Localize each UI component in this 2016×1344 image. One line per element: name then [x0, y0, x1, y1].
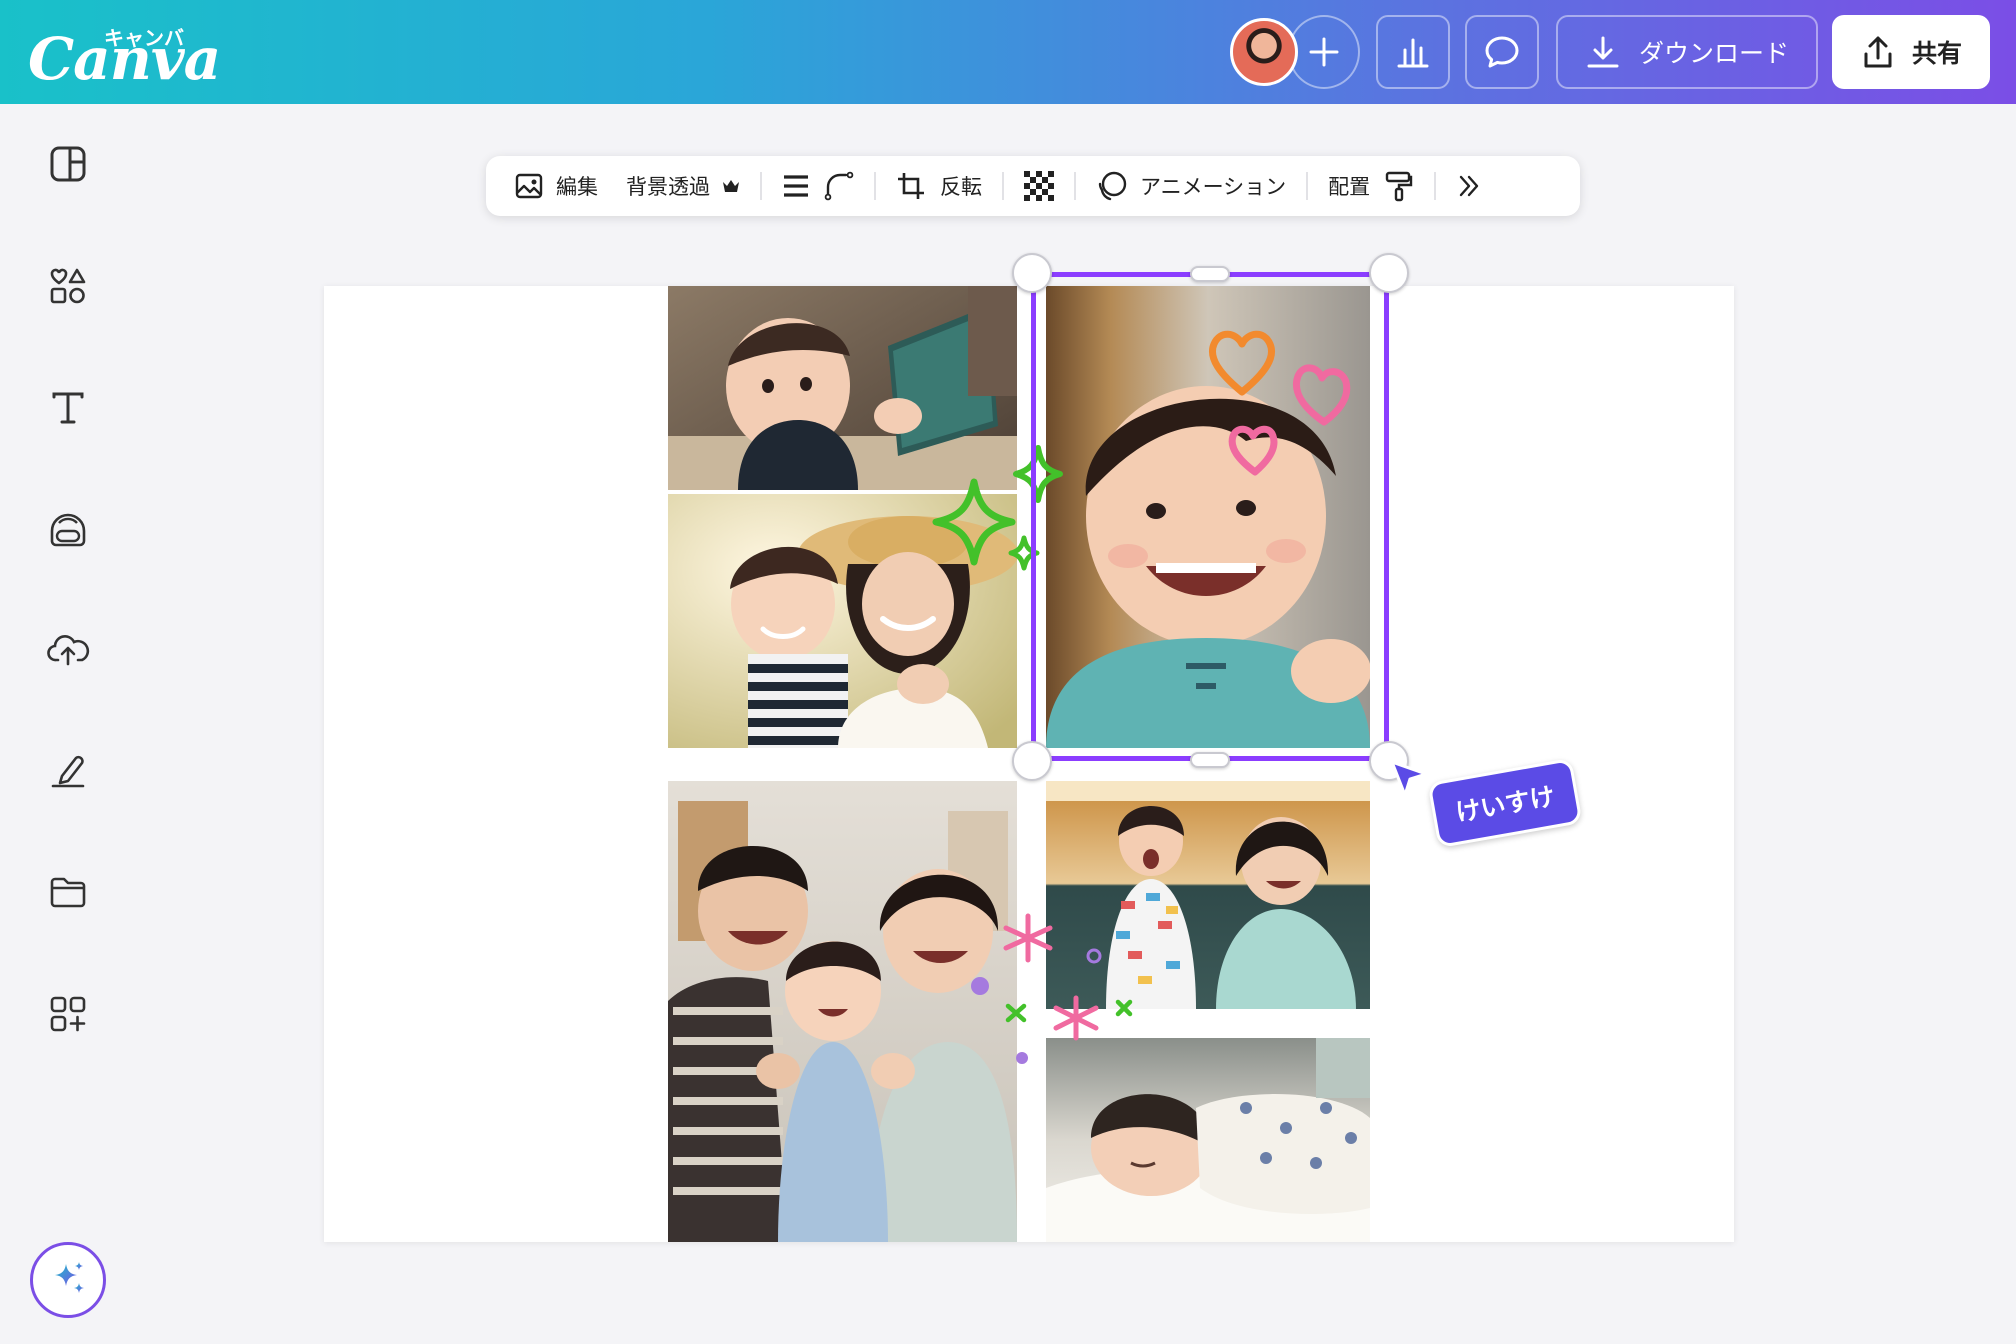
- magic-assistant-button[interactable]: [30, 1242, 106, 1318]
- edit-image-button[interactable]: 編集: [500, 156, 612, 216]
- user-avatar[interactable]: [1230, 18, 1298, 86]
- logo-kana: キャンバ: [104, 26, 184, 50]
- photo-family[interactable]: [668, 781, 1017, 1242]
- toolbar-divider: [1434, 172, 1437, 200]
- layout-icon: [50, 146, 86, 182]
- crop-icon: [898, 173, 924, 199]
- transparency-checker-icon: [1024, 171, 1054, 201]
- transparency-button[interactable]: [1010, 156, 1068, 216]
- crop-button[interactable]: [882, 156, 940, 216]
- sidebar-item-draw[interactable]: [44, 746, 92, 794]
- photo-family-image: [668, 781, 1017, 1242]
- apps-icon: [50, 996, 86, 1032]
- upload-cloud-icon: [47, 635, 90, 666]
- add-collaborator-button[interactable]: [1288, 15, 1360, 89]
- comment-button[interactable]: [1465, 15, 1539, 89]
- crown-pro-icon: [723, 180, 739, 192]
- sidebar-item-layout[interactable]: [44, 140, 92, 188]
- green-sparkle-sticker[interactable]: [926, 440, 1072, 590]
- plus-icon: [1309, 37, 1339, 67]
- sidebar-item-elements[interactable]: [44, 262, 92, 310]
- collaborator-cursor-icon: [1390, 760, 1428, 797]
- sidebar-item-uploads[interactable]: [44, 624, 92, 672]
- toolbar-divider: [1074, 172, 1076, 200]
- bg-remove-button[interactable]: 背景透過: [612, 156, 754, 216]
- share-label: 共有: [1911, 39, 1962, 68]
- lines-icon: [784, 175, 808, 197]
- flip-button[interactable]: 反転: [940, 156, 996, 216]
- animation-label: アニメーション: [1140, 175, 1287, 199]
- draw-pen-icon: [51, 755, 85, 788]
- left-sidebar: [0, 104, 136, 1344]
- share-upload-icon: [1864, 36, 1892, 68]
- bg-remove-label: 背景透過: [626, 175, 710, 199]
- magic-sparkle-icon: [55, 1262, 84, 1293]
- text-icon: [52, 392, 84, 424]
- download-label: ダウンロード: [1638, 39, 1789, 68]
- paint-roller-icon: [1385, 171, 1413, 202]
- flip-label: 反転: [940, 175, 982, 199]
- corner-round-icon: [824, 171, 854, 201]
- animation-button[interactable]: アニメーション: [1082, 156, 1300, 216]
- download-icon: [1587, 36, 1619, 68]
- chevrons-right-icon: [1459, 175, 1479, 197]
- hearts-sticker[interactable]: [1200, 322, 1360, 482]
- resize-handle-top-left[interactable]: [1012, 253, 1052, 293]
- sidebar-item-apps[interactable]: [44, 990, 92, 1038]
- insights-button[interactable]: [1376, 15, 1450, 89]
- canva-logo[interactable]: キャンバ Canva: [28, 18, 221, 90]
- toolbar-divider: [760, 172, 762, 200]
- share-button[interactable]: 共有: [1832, 15, 1990, 89]
- toolbar-divider: [1306, 172, 1309, 200]
- position-label: 配置: [1328, 175, 1371, 199]
- folder-icon: [50, 877, 86, 908]
- edit-label: 編集: [556, 175, 598, 199]
- more-options-button[interactable]: [1442, 156, 1496, 216]
- context-toolbar: 編集 背景透過 反転 アニメーション 配置: [486, 156, 1580, 216]
- download-button[interactable]: ダウンロード: [1556, 15, 1818, 89]
- confetti-sticker[interactable]: [966, 910, 1136, 1070]
- brand-icon: [50, 513, 86, 547]
- toolbar-divider: [1002, 172, 1004, 200]
- resize-handle-top-middle[interactable]: [1190, 266, 1230, 282]
- position-button[interactable]: 配置: [1314, 156, 1384, 216]
- resize-handle-bottom-left[interactable]: [1012, 741, 1052, 781]
- corner-rounding-button[interactable]: [824, 156, 868, 216]
- resize-handle-bottom-middle[interactable]: [1190, 752, 1230, 768]
- line-spacing-button[interactable]: [768, 156, 824, 216]
- animate-icon: [1098, 171, 1127, 201]
- sidebar-item-text[interactable]: [44, 384, 92, 432]
- sidebar-item-brand[interactable]: [44, 506, 92, 554]
- elements-icon: [50, 268, 86, 304]
- bar-chart-icon: [1397, 38, 1429, 68]
- comment-icon: [1485, 36, 1519, 68]
- image-edit-icon: [515, 173, 543, 199]
- copy-style-button[interactable]: [1384, 156, 1428, 216]
- resize-handle-top-right[interactable]: [1369, 253, 1409, 293]
- sidebar-item-projects[interactable]: [44, 868, 92, 916]
- top-header: キャンバ Canva ダウンロード 共有: [0, 0, 2016, 104]
- toolbar-divider: [874, 172, 876, 200]
